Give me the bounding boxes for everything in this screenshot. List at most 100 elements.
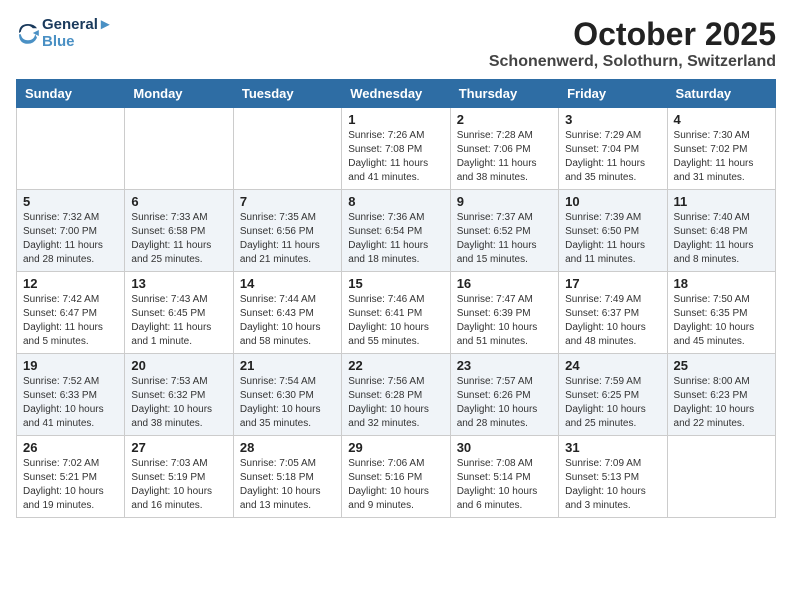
calendar-week-row: 19Sunrise: 7:52 AM Sunset: 6:33 PM Dayli…: [17, 354, 776, 436]
day-info: Sunrise: 7:03 AM Sunset: 5:19 PM Dayligh…: [131, 457, 226, 513]
weekday-header-tuesday: Tuesday: [233, 80, 341, 108]
day-info: Sunrise: 7:56 AM Sunset: 6:28 PM Dayligh…: [348, 375, 443, 431]
day-info: Sunrise: 7:39 AM Sunset: 6:50 PM Dayligh…: [565, 211, 660, 267]
day-info: Sunrise: 7:05 AM Sunset: 5:18 PM Dayligh…: [240, 457, 335, 513]
day-number: 12: [23, 276, 118, 291]
day-info: Sunrise: 7:54 AM Sunset: 6:30 PM Dayligh…: [240, 375, 335, 431]
day-number: 30: [457, 440, 552, 455]
day-info: Sunrise: 7:35 AM Sunset: 6:56 PM Dayligh…: [240, 211, 335, 267]
day-number: 9: [457, 194, 552, 209]
calendar-cell: 8 Sunrise: 7:36 AM Sunset: 6:54 PM Daylig…: [342, 190, 450, 272]
day-info: Sunrise: 8:00 AM Sunset: 6:23 PM Dayligh…: [674, 375, 769, 431]
day-info: Sunrise: 7:30 AM Sunset: 7:02 PM Dayligh…: [674, 129, 769, 185]
day-number: 14: [240, 276, 335, 291]
calendar-cell: 28 Sunrise: 7:05 AM Sunset: 5:18 PM Dayli…: [233, 436, 341, 518]
day-info: Sunrise: 7:33 AM Sunset: 6:58 PM Dayligh…: [131, 211, 226, 267]
day-number: 23: [457, 358, 552, 373]
day-number: 10: [565, 194, 660, 209]
calendar-cell: 27 Sunrise: 7:03 AM Sunset: 5:19 PM Dayli…: [125, 436, 233, 518]
calendar-cell: [125, 108, 233, 190]
calendar-week-row: 1 Sunrise: 7:26 AM Sunset: 7:08 PM Daylig…: [17, 108, 776, 190]
day-number: 26: [23, 440, 118, 455]
day-number: 28: [240, 440, 335, 455]
day-number: 11: [674, 194, 769, 209]
day-info: Sunrise: 7:50 AM Sunset: 6:35 PM Dayligh…: [674, 293, 769, 349]
calendar-cell: 17 Sunrise: 7:49 AM Sunset: 6:37 PM Dayli…: [559, 272, 667, 354]
day-info: Sunrise: 7:53 AM Sunset: 6:32 PM Dayligh…: [131, 375, 226, 431]
calendar-cell: 12 Sunrise: 7:42 AM Sunset: 6:47 PM Dayli…: [17, 272, 125, 354]
day-number: 29: [348, 440, 443, 455]
calendar-cell: 13Sunrise: 7:43 AM Sunset: 6:45 PM Dayli…: [125, 272, 233, 354]
calendar-cell: 14 Sunrise: 7:44 AM Sunset: 6:43 PM Dayli…: [233, 272, 341, 354]
calendar-cell: 23 Sunrise: 7:57 AM Sunset: 6:26 PM Dayli…: [450, 354, 558, 436]
calendar-cell: [667, 436, 775, 518]
calendar-cell: 24Sunrise: 7:59 AM Sunset: 6:25 PM Dayli…: [559, 354, 667, 436]
day-number: 25: [674, 358, 769, 373]
calendar-cell: [233, 108, 341, 190]
day-number: 4: [674, 112, 769, 127]
day-info: Sunrise: 7:47 AM Sunset: 6:39 PM Dayligh…: [457, 293, 552, 349]
calendar-cell: 19Sunrise: 7:52 AM Sunset: 6:33 PM Dayli…: [17, 354, 125, 436]
weekday-header-sunday: Sunday: [17, 80, 125, 108]
day-info: Sunrise: 7:37 AM Sunset: 6:52 PM Dayligh…: [457, 211, 552, 267]
calendar-cell: 22 Sunrise: 7:56 AM Sunset: 6:28 PM Dayli…: [342, 354, 450, 436]
logo-text: General► Blue: [42, 16, 113, 50]
calendar-cell: 4 Sunrise: 7:30 AM Sunset: 7:02 PM Daylig…: [667, 108, 775, 190]
month-title: October 2025: [489, 16, 776, 53]
day-info: Sunrise: 7:08 AM Sunset: 5:14 PM Dayligh…: [457, 457, 552, 513]
calendar-cell: 20 Sunrise: 7:53 AM Sunset: 6:32 PM Dayli…: [125, 354, 233, 436]
day-number: 8: [348, 194, 443, 209]
calendar-cell: 10 Sunrise: 7:39 AM Sunset: 6:50 PM Dayli…: [559, 190, 667, 272]
day-number: 20: [131, 358, 226, 373]
weekday-header-monday: Monday: [125, 80, 233, 108]
calendar-cell: 25 Sunrise: 8:00 AM Sunset: 6:23 PM Dayli…: [667, 354, 775, 436]
location-title: Schonenwerd, Solothurn, Switzerland: [489, 53, 776, 71]
day-number: 7: [240, 194, 335, 209]
day-info: Sunrise: 7:36 AM Sunset: 6:54 PM Dayligh…: [348, 211, 443, 267]
calendar-cell: 11Sunrise: 7:40 AM Sunset: 6:48 PM Dayli…: [667, 190, 775, 272]
calendar-cell: 16 Sunrise: 7:47 AM Sunset: 6:39 PM Dayli…: [450, 272, 558, 354]
day-info: Sunrise: 7:59 AM Sunset: 6:25 PM Dayligh…: [565, 375, 660, 431]
day-info: Sunrise: 7:46 AM Sunset: 6:41 PM Dayligh…: [348, 293, 443, 349]
calendar-table: SundayMondayTuesdayWednesdayThursdayFrid…: [16, 79, 776, 518]
weekday-header-friday: Friday: [559, 80, 667, 108]
calendar-week-row: 5 Sunrise: 7:32 AM Sunset: 7:00 PM Daylig…: [17, 190, 776, 272]
day-info: Sunrise: 7:28 AM Sunset: 7:06 PM Dayligh…: [457, 129, 552, 185]
calendar-cell: 1 Sunrise: 7:26 AM Sunset: 7:08 PM Daylig…: [342, 108, 450, 190]
calendar-cell: 21Sunrise: 7:54 AM Sunset: 6:30 PM Dayli…: [233, 354, 341, 436]
logo-icon: [16, 21, 40, 45]
day-info: Sunrise: 7:57 AM Sunset: 6:26 PM Dayligh…: [457, 375, 552, 431]
day-info: Sunrise: 7:26 AM Sunset: 7:08 PM Dayligh…: [348, 129, 443, 185]
page-header: General► Blue October 2025 Schonenwerd, …: [16, 16, 776, 71]
calendar-cell: [17, 108, 125, 190]
weekday-header-row: SundayMondayTuesdayWednesdayThursdayFrid…: [17, 80, 776, 108]
day-number: 17: [565, 276, 660, 291]
title-section: October 2025 Schonenwerd, Solothurn, Swi…: [489, 16, 776, 71]
day-number: 1: [348, 112, 443, 127]
day-number: 22: [348, 358, 443, 373]
calendar-week-row: 26 Sunrise: 7:02 AM Sunset: 5:21 PM Dayli…: [17, 436, 776, 518]
day-number: 5: [23, 194, 118, 209]
logo: General► Blue: [16, 16, 113, 50]
calendar-week-row: 12 Sunrise: 7:42 AM Sunset: 6:47 PM Dayli…: [17, 272, 776, 354]
calendar-cell: 30 Sunrise: 7:08 AM Sunset: 5:14 PM Dayli…: [450, 436, 558, 518]
day-number: 16: [457, 276, 552, 291]
day-info: Sunrise: 7:09 AM Sunset: 5:13 PM Dayligh…: [565, 457, 660, 513]
calendar-cell: 15 Sunrise: 7:46 AM Sunset: 6:41 PM Dayli…: [342, 272, 450, 354]
day-info: Sunrise: 7:49 AM Sunset: 6:37 PM Dayligh…: [565, 293, 660, 349]
calendar-cell: 7 Sunrise: 7:35 AM Sunset: 6:56 PM Daylig…: [233, 190, 341, 272]
day-number: 27: [131, 440, 226, 455]
day-number: 15: [348, 276, 443, 291]
day-number: 2: [457, 112, 552, 127]
day-number: 3: [565, 112, 660, 127]
day-info: Sunrise: 7:32 AM Sunset: 7:00 PM Dayligh…: [23, 211, 118, 267]
day-info: Sunrise: 7:44 AM Sunset: 6:43 PM Dayligh…: [240, 293, 335, 349]
day-info: Sunrise: 7:42 AM Sunset: 6:47 PM Dayligh…: [23, 293, 118, 349]
day-info: Sunrise: 7:02 AM Sunset: 5:21 PM Dayligh…: [23, 457, 118, 513]
weekday-header-saturday: Saturday: [667, 80, 775, 108]
calendar-cell: 26 Sunrise: 7:02 AM Sunset: 5:21 PM Dayli…: [17, 436, 125, 518]
day-info: Sunrise: 7:06 AM Sunset: 5:16 PM Dayligh…: [348, 457, 443, 513]
calendar-cell: 2 Sunrise: 7:28 AM Sunset: 7:06 PM Daylig…: [450, 108, 558, 190]
day-info: Sunrise: 7:52 AM Sunset: 6:33 PM Dayligh…: [23, 375, 118, 431]
weekday-header-thursday: Thursday: [450, 80, 558, 108]
